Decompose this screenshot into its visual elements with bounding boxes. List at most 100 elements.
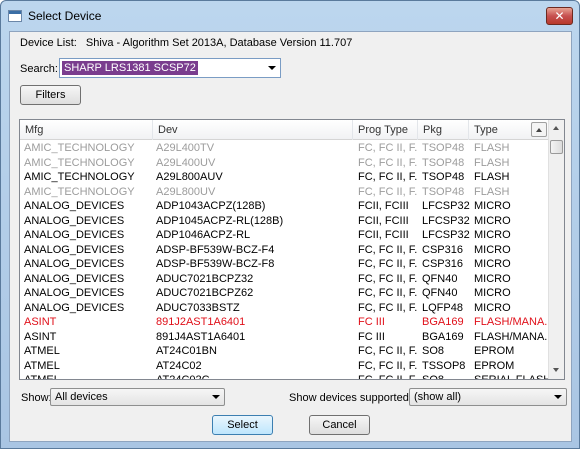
cell-dev: ADUC7021BCPZ32 (156, 272, 254, 285)
scrollbar-thumb[interactable] (550, 140, 563, 154)
cell-pkg: TSOP48 (422, 185, 465, 198)
sort-caret-icon[interactable] (531, 122, 547, 137)
column-header-dev[interactable]: Dev (153, 120, 353, 140)
cancel-button[interactable]: Cancel (309, 415, 370, 435)
table-row[interactable]: ASINT 891J2AST1A6401 FC III BGA169 FLASH/MAN… (20, 315, 549, 330)
cell-prog-type: FC, FC II, F... (358, 156, 418, 169)
cell-type: FLASH (474, 156, 510, 169)
table-body: AMIC_TECHNOLOGY A29L400TV FC, FC II, F... T… (20, 141, 549, 380)
cell-mfg: ANALOG_DEVICES (24, 287, 125, 299)
supported-on-select[interactable]: (show all) (409, 388, 567, 406)
table-row[interactable]: ANALOG_DEVICES ADSP-BF539W-BCZ-F4 FC, FC I… (20, 243, 549, 258)
device-table[interactable]: Mfg Dev Prog Type Pkg Type AMIC_TECHNOLO… (19, 119, 565, 380)
vertical-scrollbar[interactable] (548, 120, 564, 379)
search-input[interactable]: SHARP LRS1381 SCSP72 (62, 61, 198, 75)
cell-dev: AT24C01BN (156, 345, 217, 357)
cell-pkg: LFCSP32 (422, 200, 470, 212)
cell-mfg: AMIC_TECHNOLOGY (24, 171, 135, 183)
select-button[interactable]: Select (212, 415, 273, 435)
title-bar[interactable]: Select Device ✕ (1, 1, 579, 31)
close-icon: ✕ (554, 9, 565, 23)
cell-prog-type: FC, FC II, F... (358, 374, 418, 380)
cell-type: SERIAL FLASH (474, 374, 548, 380)
show-label: Show: (21, 392, 52, 404)
device-list-value: Shiva - Algorithm Set 2013A, Database Ve… (85, 37, 353, 49)
scroll-down-icon[interactable] (549, 362, 564, 379)
dialog-body: Device List: Shiva - Algorithm Set 2013A… (9, 31, 572, 442)
cell-prog-type: FC, FC II, F... (358, 171, 418, 183)
cell-mfg: ATMEL (24, 374, 60, 380)
column-header-prog-type[interactable]: Prog Type (353, 120, 418, 140)
filters-button[interactable]: Filters (20, 85, 81, 105)
cell-pkg: TSOP48 (422, 156, 465, 169)
cell-pkg: BGA169 (422, 316, 464, 328)
cell-dev: ADUC7033BSTZ (156, 301, 240, 314)
cell-prog-type: FC, FC II, F... (358, 243, 418, 256)
table-row[interactable]: ASINT 891J4AST1A6401 FC III BGA169 FLASH/MAN… (20, 330, 549, 345)
table-row[interactable]: ANALOG_DEVICES ADSP-BF539W-BCZ-F8 FC, FC I… (20, 257, 549, 272)
cell-dev: ADSP-BF539W-BCZ-F4 (156, 243, 275, 256)
cell-pkg: LQFP48 (422, 301, 463, 314)
table-row[interactable]: AMIC_TECHNOLOGY A29L800UV FC, FC II, F... T… (20, 185, 549, 200)
cell-mfg: ASINT (24, 316, 57, 328)
cell-mfg: ANALOG_DEVICES (24, 200, 125, 212)
table-row[interactable]: AMIC_TECHNOLOGY A29L400TV FC, FC II, F... T… (20, 141, 549, 156)
cell-pkg: CSP316 (422, 243, 463, 256)
column-header-mfg[interactable]: Mfg (20, 120, 153, 140)
cell-prog-type: FC, FC II, F... (358, 345, 418, 357)
cell-dev: A29L800AUV (156, 171, 223, 183)
cell-type: FLASH (474, 142, 510, 154)
chevron-down-icon[interactable] (268, 66, 276, 70)
column-header-pkg[interactable]: Pkg (418, 120, 469, 140)
table-header: Mfg Dev Prog Type Pkg Type (20, 120, 549, 140)
cell-pkg: QFN40 (422, 287, 458, 299)
cell-mfg: ANALOG_DEVICES (24, 214, 125, 227)
cell-type: FLASH (474, 171, 510, 183)
table-row[interactable]: ANALOG_DEVICES ADUC7021BCPZ62 FC, FC II, F… (20, 286, 549, 301)
chevron-down-icon[interactable] (212, 395, 220, 399)
table-row[interactable]: ATMEL AT24C02C FC, FC II, F... SO8 SERIAL FL… (20, 373, 549, 380)
cell-prog-type: FCII, FCIII (358, 214, 409, 227)
cell-prog-type: FC, FC II, F... (358, 185, 418, 198)
cell-mfg: ANALOG_DEVICES (24, 258, 125, 270)
chevron-down-icon[interactable] (554, 395, 562, 399)
cell-type: MICRO (474, 243, 511, 256)
cell-prog-type: FC, FC II, F... (358, 359, 418, 372)
cell-dev: ADP1043ACPZ(128B) (156, 200, 266, 212)
table-row[interactable]: AMIC_TECHNOLOGY A29L800AUV FC, FC II, F...… (20, 170, 549, 185)
cell-dev: 891J2AST1A6401 (156, 316, 246, 328)
table-row[interactable]: AMIC_TECHNOLOGY A29L400UV FC, FC II, F... T… (20, 156, 549, 171)
cell-type: MICRO (474, 258, 511, 270)
cell-mfg: ANALOG_DEVICES (24, 272, 125, 285)
select-device-dialog: Select Device ✕ Device List: Shiva - Alg… (0, 0, 580, 449)
cell-dev: AT24C02 (156, 359, 202, 372)
cell-dev: A29L400UV (156, 156, 216, 169)
close-button[interactable]: ✕ (546, 7, 573, 25)
cell-dev: ADSP-BF539W-BCZ-F8 (156, 258, 275, 270)
table-row[interactable]: ATMEL AT24C01BN FC, FC II, F... SO8 EPROM (20, 344, 549, 359)
cell-pkg: BGA169 (422, 330, 464, 343)
cell-type: EPROM (474, 345, 515, 357)
cell-prog-type: FC, FC II, F... (358, 287, 418, 299)
cell-dev: 891J4AST1A6401 (156, 330, 246, 343)
scroll-up-icon[interactable] (549, 120, 564, 137)
table-row[interactable]: ANALOG_DEVICES ADP1045ACPZ-RL(128B) FCII, … (20, 214, 549, 229)
show-select[interactable]: All devices (50, 388, 225, 406)
table-row[interactable]: ANALOG_DEVICES ADP1046ACPZ-RL FCII, FCIII L… (20, 228, 549, 243)
cell-mfg: AMIC_TECHNOLOGY (24, 185, 135, 198)
cell-mfg: ANALOG_DEVICES (24, 301, 125, 314)
table-row[interactable]: ANALOG_DEVICES ADUC7033BSTZ FC, FC II, F..… (20, 301, 549, 316)
cell-prog-type: FC, FC II, F... (358, 258, 418, 270)
cell-mfg: ATMEL (24, 359, 60, 372)
table-row[interactable]: ATMEL AT24C02 FC, FC II, F... TSSOP8 EPROM (20, 359, 549, 374)
cell-prog-type: FCII, FCIII (358, 200, 409, 212)
cell-pkg: LFCSP32 (422, 214, 470, 227)
search-combobox[interactable]: SHARP LRS1381 SCSP72 (59, 58, 281, 78)
table-row[interactable]: ANALOG_DEVICES ADUC7021BCPZ32 FC, FC II, F… (20, 272, 549, 287)
cell-type: FLASH/MANA... (474, 330, 548, 343)
table-row[interactable]: ANALOG_DEVICES ADP1043ACPZ(128B) FCII, FCI… (20, 199, 549, 214)
cell-mfg: ASINT (24, 330, 57, 343)
cell-dev: AT24C02C (156, 374, 210, 380)
cell-type: FLASH (474, 185, 510, 198)
cell-type: MICRO (474, 229, 511, 241)
